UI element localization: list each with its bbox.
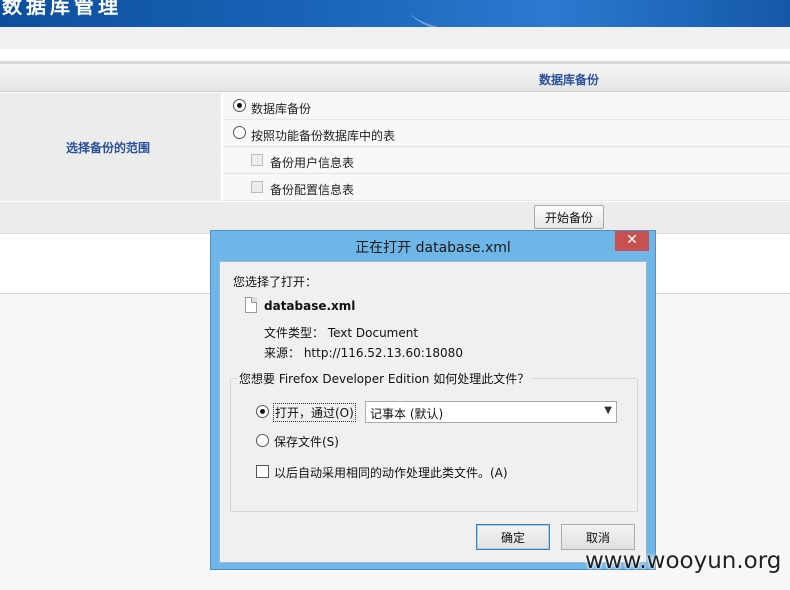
scope-label: 选择备份的范围 (66, 141, 151, 155)
nav-strip (0, 27, 790, 49)
full-backup-radio[interactable] (233, 99, 246, 112)
banner-title: 数据库管理 (2, 0, 122, 18)
user-table-checkbox[interactable] (251, 154, 263, 166)
action-question: 您想要 Firefox Developer Edition 如何处理此文件？ (237, 370, 532, 387)
top-banner: 数据库管理 (0, 0, 790, 27)
option-row-by-function[interactable]: 按照功能备份数据库中的表 (223, 120, 790, 147)
config-table-label: 备份配置信息表 (270, 183, 355, 197)
action-group: 您想要 Firefox Developer Edition 如何处理此文件？ 打… (230, 370, 638, 512)
dialog-title: 正在打开 database.xml (355, 240, 511, 256)
by-function-radio[interactable] (233, 126, 246, 139)
start-backup-button[interactable]: 开始备份 (534, 205, 604, 229)
file-icon (245, 297, 257, 313)
dialog-body: 您选择了打开： database.xml 文件类型： Text Document… (219, 261, 647, 563)
dialog-title-bar[interactable]: 正在打开 database.xml ✕ (211, 231, 655, 261)
banner-decoration (410, 0, 790, 27)
open-with-label[interactable]: 打开，通过(O) (273, 403, 356, 422)
file-name: database.xml (264, 299, 356, 313)
app-select[interactable]: 记事本 (默认) ▼ (365, 401, 617, 423)
save-file-label[interactable]: 保存文件(S) (274, 433, 339, 450)
remember-checkbox[interactable] (256, 465, 269, 478)
remember-label[interactable]: 以后自动采用相同的动作处理此类文件。(A) (274, 464, 508, 481)
config-table-checkbox[interactable] (251, 181, 263, 193)
user-table-label: 备份用户信息表 (270, 156, 355, 170)
spacer (0, 49, 790, 61)
chosen-label: 您选择了打开： (233, 275, 318, 289)
save-file-radio[interactable] (256, 434, 269, 447)
watermark: www.wooyun.org (585, 548, 782, 574)
full-backup-label: 数据库备份 (251, 102, 312, 116)
panel-header: 数据库备份 (0, 61, 790, 92)
option-row-full-backup[interactable]: 数据库备份 (223, 93, 790, 120)
open-file-dialog: 正在打开 database.xml ✕ 您选择了打开： database.xml… (210, 230, 656, 570)
chevron-down-icon: ▼ (604, 405, 612, 416)
close-icon[interactable]: ✕ (615, 231, 649, 251)
open-with-radio[interactable] (256, 405, 269, 418)
file-type: 文件类型： Text Document (264, 326, 419, 340)
file-source: 来源： http://116.52.13.60:18080 (264, 346, 463, 360)
panel-title: 数据库备份 (539, 73, 600, 87)
ok-button[interactable]: 确定 (476, 524, 550, 550)
cancel-button[interactable]: 取消 (561, 524, 635, 550)
by-function-label: 按照功能备份数据库中的表 (251, 129, 396, 143)
app-select-value: 记事本 (默认) (370, 407, 444, 421)
scope-label-cell: 选择备份的范围 (0, 93, 222, 201)
option-row-user-table[interactable]: 备份用户信息表 (223, 147, 790, 174)
option-row-config-table[interactable]: 备份配置信息表 (223, 174, 790, 201)
